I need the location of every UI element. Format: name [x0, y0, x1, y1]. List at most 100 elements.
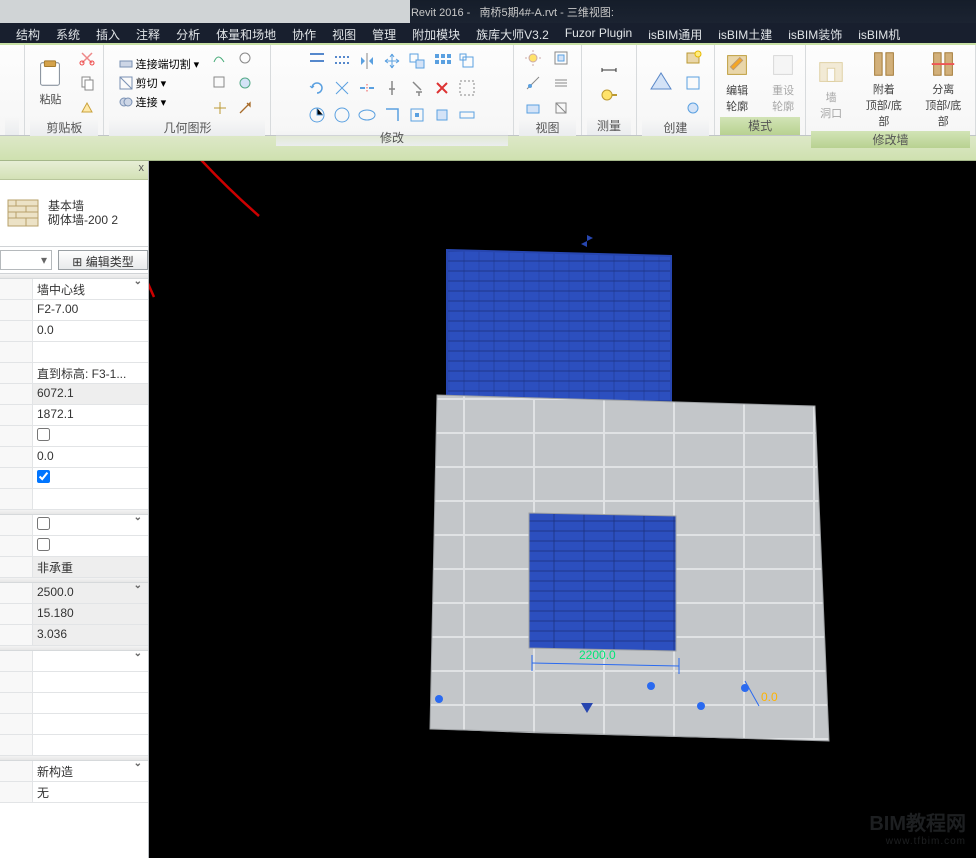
geom-icon-c[interactable]	[209, 72, 231, 94]
section-identity[interactable]: ⌄	[0, 646, 148, 651]
section-dimensions[interactable]: ⌄	[0, 578, 148, 583]
quick-access-toolbar[interactable]	[0, 0, 410, 23]
geom-icon-a[interactable]	[209, 47, 231, 69]
modify-icon-m[interactable]	[456, 104, 478, 126]
tab-analyze[interactable]: 分析	[168, 23, 208, 43]
table-row: 无	[0, 782, 148, 803]
tab-addins[interactable]: 附加模块	[404, 23, 468, 43]
cut-button[interactable]	[76, 47, 98, 69]
pin-button[interactable]	[381, 77, 403, 99]
split-button[interactable]	[356, 77, 378, 99]
section-constraints[interactable]: ⌄	[0, 274, 148, 279]
geom-icon-f[interactable]	[234, 97, 256, 119]
tab-massing[interactable]: 体量和场地	[208, 23, 284, 43]
prop-checkbox-13[interactable]	[37, 538, 50, 551]
view-icon-a[interactable]	[522, 47, 544, 69]
paste-label: 粘贴	[39, 91, 61, 107]
scale-button[interactable]	[456, 50, 478, 72]
tab-manage[interactable]: 管理	[364, 23, 404, 43]
tab-annotate[interactable]: 注释	[128, 23, 168, 43]
3d-viewport[interactable]: 2200.0 0.0 BIM教程网 www.tfbim.com	[149, 161, 976, 858]
view-icon-d[interactable]	[550, 47, 572, 69]
dimension-text-1[interactable]: 2200.0	[579, 648, 616, 662]
cut-geometry-button[interactable]: 剪切 ▾	[119, 75, 167, 91]
prop-checkbox-12[interactable]	[37, 517, 50, 530]
edit-profile-button[interactable]: 编辑 轮廓	[717, 48, 757, 116]
ribbon-group-geometry: 连接端切割 ▾ 剪切 ▾ 连接 ▾ 几何图形	[104, 45, 271, 135]
modify-icon-k[interactable]	[406, 104, 428, 126]
view-icon-f[interactable]	[550, 97, 572, 119]
trim-button[interactable]	[331, 77, 353, 99]
table-row: 3.036	[0, 625, 148, 646]
tab-insert[interactable]: 插入	[88, 23, 128, 43]
ribbon-tabstrip: 结构 系统 插入 注释 分析 体量和场地 协作 视图 管理 附加模块 族库大师V…	[0, 23, 976, 43]
copy-button[interactable]	[76, 72, 98, 94]
modify-icon-g[interactable]	[306, 104, 328, 126]
dimension-text-2[interactable]: 0.0	[761, 690, 778, 704]
geom-icon-d[interactable]	[234, 72, 256, 94]
tab-view[interactable]: 视图	[324, 23, 364, 43]
modify-icon-i[interactable]	[356, 104, 378, 126]
prop-checkbox-8[interactable]	[37, 428, 50, 441]
ribbon-group-mode: 编辑 轮廓 重设 轮廓 模式	[715, 45, 806, 135]
prop-checkbox-10[interactable]	[37, 470, 50, 483]
table-row	[0, 672, 148, 693]
tab-isbim-gen[interactable]: isBIM通用	[640, 23, 710, 43]
copy-move-button[interactable]	[406, 50, 428, 72]
attach-top-base-button[interactable]: 附着 顶部/底部	[857, 47, 910, 131]
match-button[interactable]	[76, 97, 98, 119]
view-icon-e[interactable]	[550, 72, 572, 94]
tab-systems[interactable]: 系统	[48, 23, 88, 43]
detach-top-base-button[interactable]: 分离 顶部/底部	[917, 47, 970, 131]
reset-profile-button: 重设 轮廓	[763, 48, 803, 116]
create-icon-c[interactable]	[682, 72, 704, 94]
create-icon-b[interactable]	[682, 47, 704, 69]
type-name-2: 砌体墙-200 2	[48, 213, 118, 227]
edit-type-button[interactable]: ⊞ 编辑类型	[58, 250, 148, 270]
tab-famlib[interactable]: 族库大师V3.2	[468, 23, 557, 43]
create-icon-a[interactable]	[646, 68, 676, 98]
table-row	[0, 342, 148, 363]
table-row: 1872.1	[0, 405, 148, 426]
create-icon-d[interactable]	[682, 97, 704, 119]
table-row: 非承重	[0, 557, 148, 578]
wall-type-icon	[6, 196, 40, 230]
group-button[interactable]	[456, 77, 478, 99]
paste-button[interactable]: 粘贴	[30, 57, 70, 109]
section-structural[interactable]: ⌄	[0, 510, 148, 515]
unpin-button[interactable]	[406, 77, 428, 99]
tab-isbim-dec[interactable]: isBIM装饰	[780, 23, 850, 43]
mode-group-label: 模式	[720, 117, 800, 135]
move-button[interactable]	[381, 50, 403, 72]
align-button[interactable]	[306, 50, 328, 72]
modify-icon-h[interactable]	[331, 104, 353, 126]
tab-structure[interactable]: 结构	[8, 23, 48, 43]
measure-tape-button[interactable]	[598, 84, 620, 106]
type-selector[interactable]: 基本墙 砌体墙-200 2	[0, 180, 148, 247]
offset-button[interactable]	[331, 50, 353, 72]
join-geometry-button[interactable]: 连接 ▾	[119, 94, 167, 110]
close-icon[interactable]: x	[139, 162, 145, 174]
table-row: 2500.0	[0, 583, 148, 604]
view-icon-c[interactable]	[522, 97, 544, 119]
geom-icon-b[interactable]	[234, 47, 256, 69]
instance-filter-dropdown[interactable]	[0, 250, 52, 270]
view-icon-b[interactable]	[522, 72, 544, 94]
cope-join-button[interactable]: 连接端切割 ▾	[119, 56, 200, 72]
tab-isbim-mec[interactable]: isBIM机	[850, 23, 908, 43]
tab-isbim-civ[interactable]: isBIM土建	[710, 23, 780, 43]
table-row: 6072.1	[0, 384, 148, 405]
tab-fuzor[interactable]: Fuzor Plugin	[557, 23, 640, 43]
section-phasing[interactable]: ⌄	[0, 756, 148, 761]
delete-button[interactable]	[431, 77, 453, 99]
editwall-group-label: 修改墙	[811, 131, 970, 148]
array-button[interactable]	[431, 50, 453, 72]
measure-dim-button[interactable]	[598, 59, 620, 81]
geom-icon-e[interactable]	[209, 97, 231, 119]
tab-collab[interactable]: 协作	[284, 23, 324, 43]
mirror-axis-button[interactable]	[356, 50, 378, 72]
properties-panel-header[interactable]: x	[0, 161, 148, 180]
rotate-button[interactable]	[306, 77, 328, 99]
modify-icon-l[interactable]	[431, 104, 453, 126]
modify-icon-j[interactable]	[381, 104, 403, 126]
